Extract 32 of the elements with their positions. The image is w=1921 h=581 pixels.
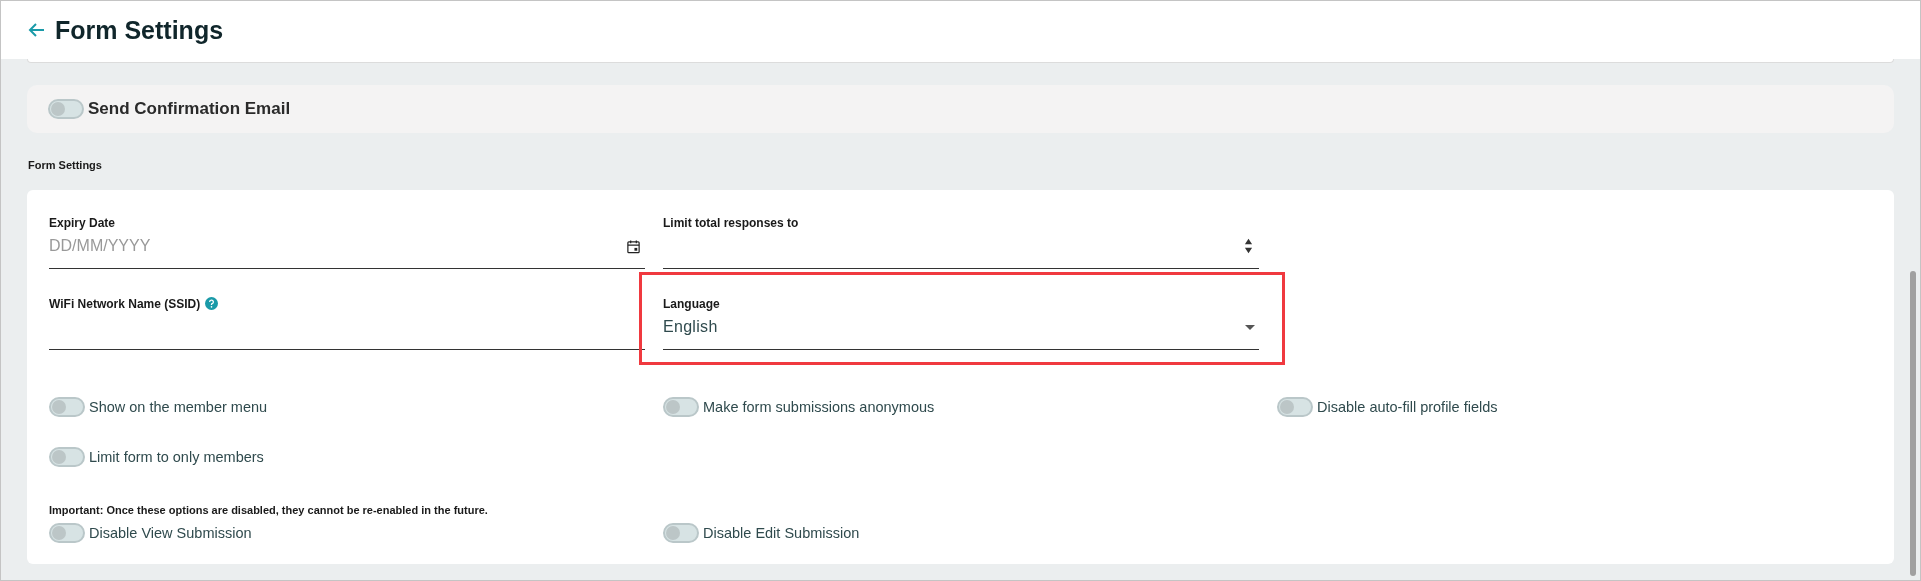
toggle-label: Limit form to only members bbox=[89, 449, 264, 465]
toggle-label: Send Confirmation Email bbox=[88, 99, 291, 119]
scrollbar[interactable] bbox=[1910, 271, 1916, 576]
help-icon[interactable] bbox=[205, 297, 219, 310]
field-label: Limit total responses to bbox=[663, 215, 799, 230]
toggle-label: Disable Edit Submission bbox=[703, 525, 860, 541]
spinner-icon[interactable] bbox=[1244, 236, 1253, 256]
caret-icon[interactable] bbox=[1245, 324, 1255, 330]
toggle-switch[interactable] bbox=[49, 523, 85, 543]
placeholder-text: DD/MM/YYYY bbox=[49, 237, 151, 255]
toggle-switch[interactable] bbox=[663, 397, 699, 417]
field-value: English bbox=[663, 318, 718, 336]
page-title: Form Settings bbox=[55, 15, 224, 45]
toggle-switch[interactable] bbox=[49, 447, 85, 467]
warning-note: Important: Once these options are disabled, they cannot be re-enabled in the future. bbox=[49, 504, 489, 516]
toggle-switch[interactable] bbox=[48, 99, 84, 119]
input-field[interactable]: Expiry Date DD/MM/YYYY bbox=[49, 215, 645, 269]
toggle-switch[interactable] bbox=[1277, 397, 1313, 417]
field-label: WiFi Network Name (SSID) bbox=[49, 296, 201, 311]
toggle-label: Disable View Submission bbox=[89, 525, 252, 541]
input-field[interactable]: WiFi Network Name (SSID) bbox=[49, 296, 645, 350]
toggle-switch[interactable] bbox=[49, 397, 85, 417]
input-field[interactable]: Language English bbox=[663, 296, 1259, 350]
toggle-label: Disable auto-fill profile fields bbox=[1317, 399, 1498, 415]
toggle-switch[interactable] bbox=[663, 523, 699, 543]
calendar-icon[interactable] bbox=[626, 238, 641, 254]
input-field[interactable]: Limit total responses to bbox=[663, 215, 1259, 269]
toggle-label: Show on the member menu bbox=[89, 399, 268, 415]
toggle-label: Make form submissions anonymous bbox=[703, 399, 935, 415]
section-heading: Form Settings bbox=[28, 159, 103, 171]
field-label: Language bbox=[663, 296, 720, 311]
field-label: Expiry Date bbox=[49, 215, 116, 230]
